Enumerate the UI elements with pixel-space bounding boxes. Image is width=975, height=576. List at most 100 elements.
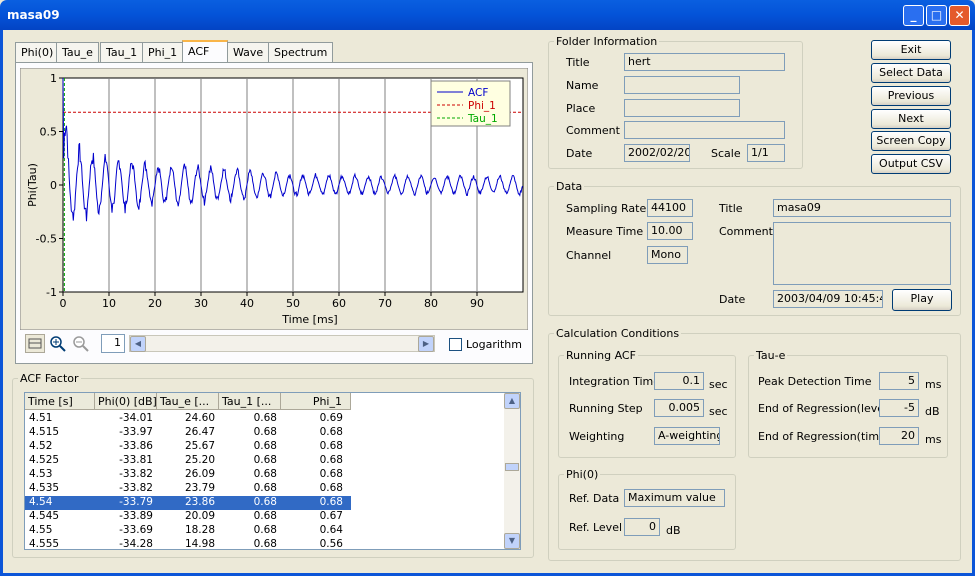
folder-place-label: Place	[566, 102, 596, 115]
weighting-field[interactable]: A-weighting	[654, 427, 720, 445]
list-scroll-down-arrow[interactable]: ▼	[504, 533, 520, 549]
table-cell: -33.86	[119, 440, 153, 452]
tab-tau-1[interactable]: Tau_1	[100, 42, 144, 62]
folder-comment-field[interactable]	[624, 121, 785, 139]
folder-name-label: Name	[566, 79, 599, 92]
table-row[interactable]: 4.535 -33.82 23.79 0.68 0.68	[25, 482, 351, 496]
acf-chart: 0 10 20 30 40 50 60 70 80 90 1 0.5 0 -0.5 -1 Time [ms]…	[20, 68, 528, 330]
zoom-in-icon	[50, 336, 66, 352]
ref-level-field[interactable]: 0	[624, 518, 660, 536]
table-cell: 4.555	[29, 538, 60, 550]
maximize-button[interactable]: □	[926, 5, 947, 26]
folder-date-label: Date	[566, 147, 593, 160]
table-cell: -33.79	[119, 496, 153, 508]
table-cell: 0.67	[319, 510, 343, 522]
tab-tau-e[interactable]: Tau_e	[56, 42, 99, 62]
table-row[interactable]: 4.525 -33.81 25.20 0.68 0.68	[25, 454, 351, 468]
chart-scrollbar[interactable]: ◀ ▶	[129, 335, 435, 352]
table-row[interactable]: 4.51 -34.01 24.60 0.68 0.69	[25, 412, 351, 426]
peak-detection-field[interactable]: 5	[879, 372, 919, 390]
tab-wave[interactable]: Wave	[227, 42, 270, 62]
channel-field[interactable]: Mono	[647, 246, 688, 264]
table-cell: 0.68	[253, 426, 277, 438]
table-row[interactable]: 4.53 -33.82 26.09 0.68 0.68	[25, 468, 351, 482]
table-cell: 23.86	[184, 496, 215, 508]
col-phi-1[interactable]: Phi_1	[281, 393, 351, 410]
table-cell: 0.68	[253, 496, 277, 508]
col-time[interactable]: Time [s]	[25, 393, 95, 410]
folder-scale-field[interactable]: 1/1	[747, 144, 785, 162]
table-cell: 0.68	[319, 496, 343, 508]
sampling-rate-label: Sampling Rate	[566, 202, 647, 215]
exit-button[interactable]: Exit	[871, 40, 951, 60]
folder-title-field[interactable]: hert	[624, 53, 785, 71]
next-button[interactable]: Next	[871, 109, 951, 129]
table-row[interactable]: 4.515 -33.97 26.47 0.68 0.68	[25, 426, 351, 440]
tab-phi0[interactable]: Phi(0)	[15, 42, 60, 62]
list-scrollbar[interactable]: ▲ ▼	[504, 393, 520, 549]
tab-acf[interactable]: ACF	[182, 40, 228, 63]
zoom-in-button[interactable]	[48, 334, 68, 353]
col-tau-1[interactable]: Tau_1 [...	[219, 393, 281, 410]
table-cell: 0.68	[319, 440, 343, 452]
scroll-right-arrow[interactable]: ▶	[418, 336, 434, 352]
eor-level-label: End of Regression(level)	[758, 402, 892, 415]
acf-factor-list[interactable]: Time [s] Phi(0) [dB] Tau_e [... Tau_1 [.…	[24, 392, 521, 550]
table-row[interactable]: 4.52 -33.86 25.67 0.68 0.68	[25, 440, 351, 454]
zoom-out-button[interactable]	[71, 334, 91, 353]
y-tick-label: 1	[50, 72, 57, 85]
play-button[interactable]: Play	[892, 289, 952, 311]
previous-button[interactable]: Previous	[871, 86, 951, 106]
list-scroll-thumb[interactable]	[505, 463, 519, 471]
table-cell: -33.69	[119, 524, 153, 536]
data-date-label: Date	[719, 293, 746, 306]
tab-phi-1[interactable]: Phi_1	[142, 42, 184, 62]
col-phi0[interactable]: Phi(0) [dB]	[95, 393, 157, 410]
ref-data-field[interactable]: Maximum value	[624, 489, 725, 507]
data-comment-field[interactable]	[773, 222, 951, 285]
integration-time-field[interactable]: 0.1	[654, 372, 704, 390]
table-cell: 0.56	[319, 538, 343, 550]
folder-date-field[interactable]: 2002/02/20	[624, 144, 690, 162]
running-step-field[interactable]: 0.005	[654, 399, 704, 417]
eor-level-field[interactable]: -5	[879, 399, 919, 417]
zoom-out-icon	[73, 336, 89, 352]
output-csv-button[interactable]: Output CSV	[871, 154, 951, 174]
logarithm-checkbox[interactable]	[449, 338, 462, 351]
channel-label: Channel	[566, 249, 612, 262]
list-scroll-up-arrow[interactable]: ▲	[504, 393, 520, 409]
table-row[interactable]: 4.54 -33.79 23.86 0.68 0.68	[25, 496, 351, 510]
ref-level-unit: dB	[666, 524, 681, 537]
minimize-button[interactable]: _	[903, 5, 924, 26]
folder-comment-label: Comment	[566, 124, 620, 137]
screen-copy-button[interactable]: Screen Copy	[871, 131, 951, 151]
sampling-rate-field[interactable]: 44100	[647, 199, 693, 217]
table-cell: 4.53	[29, 468, 53, 480]
y-tick-label: -1	[46, 286, 57, 299]
table-row[interactable]: 4.555 -34.28 14.98 0.68 0.56	[25, 538, 351, 550]
col-tau-e[interactable]: Tau_e [...	[157, 393, 219, 410]
tab-spectrum[interactable]: Spectrum	[268, 42, 334, 62]
ref-level-label: Ref. Level	[569, 521, 623, 534]
scroll-left-arrow[interactable]: ◀	[130, 336, 146, 352]
close-button[interactable]: ✕	[949, 5, 970, 26]
table-cell: 0.68	[253, 440, 277, 452]
data-date-field[interactable]: 2003/04/09 10:45:41	[773, 290, 883, 308]
table-row[interactable]: 4.545 -33.89 20.09 0.68 0.67	[25, 510, 351, 524]
table-cell: 25.20	[184, 454, 215, 466]
tau-e-label: Tau-e	[754, 349, 788, 362]
folder-name-field[interactable]	[624, 76, 740, 94]
table-row[interactable]: 4.55 -33.69 18.28 0.68 0.64	[25, 524, 351, 538]
measure-time-field[interactable]: 10.00	[647, 222, 693, 240]
folder-place-field[interactable]	[624, 99, 740, 117]
table-cell: 0.68	[253, 482, 277, 494]
fit-view-button[interactable]	[25, 334, 45, 353]
table-cell: 0.68	[253, 510, 277, 522]
select-data-button[interactable]: Select Data	[871, 63, 951, 83]
table-cell: -33.82	[119, 468, 153, 480]
data-title-field[interactable]: masa09	[773, 199, 951, 217]
page-input[interactable]: 1	[101, 334, 125, 353]
folder-title-label: Title	[566, 56, 590, 69]
minimize-icon: _	[910, 8, 917, 22]
eor-time-field[interactable]: 20	[879, 427, 919, 445]
